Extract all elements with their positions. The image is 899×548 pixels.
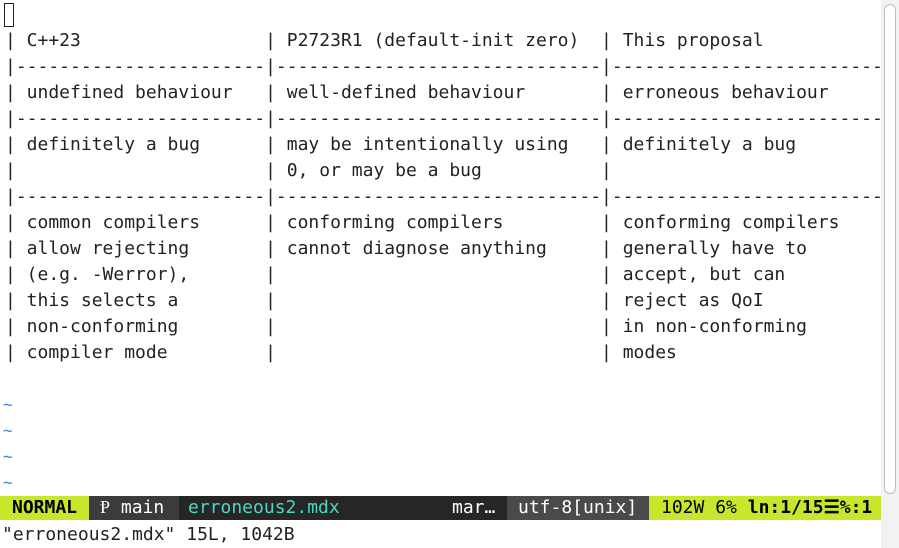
buffer-line[interactable]: | definitely a bug | may be intentionall… [5,132,880,158]
buffer-line[interactable]: | | 0, or may be a bug | | [5,158,880,184]
statusline: NORMAL Ᵽ main erroneous2.mdx mar… utf-8[… [0,496,881,520]
buffer-line[interactable]: | non-conforming | | in non-conforming | [5,314,880,340]
empty-line-tilde: ~ [3,447,13,466]
line-position: :1/15 [769,497,824,518]
vertical-scrollbar[interactable] [881,0,899,548]
word-count: 102W [661,497,705,518]
column-position: %:1 [839,497,873,518]
branch-icon: Ᵽ [100,497,111,518]
column-icon: ☰ [823,497,840,518]
mode-indicator: NORMAL [0,496,89,520]
text-cursor [4,3,14,27]
buffer-line[interactable]: |-----------------------|---------------… [5,184,880,210]
buffer-line[interactable]: |-----------------------|---------------… [5,106,880,132]
git-branch: Ᵽ main [89,496,179,520]
buffer-line[interactable]: | (e.g. -Werror), | | accept, but can | [5,262,880,288]
empty-line-tilde: ~ [3,473,13,492]
branch-name: main [120,497,165,518]
empty-line-tilde: ~ [3,395,13,414]
buffer-line[interactable]: | common compilers | conforming compiler… [5,210,880,236]
scroll-percent: 6% [715,497,737,518]
editor-buffer[interactable]: | C++23 | P2723R1 (default-init zero) | … [0,0,880,494]
scrollbar-thumb[interactable] [884,4,896,494]
command-line-message: "erroneous2.mdx" 15L, 1042B [2,524,295,545]
file-encoding: utf-8[unix] [507,496,649,520]
line-prefix: ln [747,497,770,518]
buffer-line[interactable]: |-----------------------|---------------… [5,54,880,80]
buffer-line[interactable]: | allow rejecting | cannot diagnose anyt… [5,236,880,262]
buffer-line[interactable]: | this selects a | | reject as QoI | [5,288,880,314]
file-type: mar… [447,496,507,520]
file-name: erroneous2.mdx [179,496,447,520]
cursor-position: 102W 6% ln:1/15☰%:1 [649,496,881,520]
empty-line-tilde: ~ [3,421,13,440]
buffer-line[interactable]: | undefined behaviour | well-defined beh… [5,80,880,106]
buffer-line[interactable]: | C++23 | P2723R1 (default-init zero) | … [5,28,880,54]
buffer-line[interactable]: | compiler mode | | modes | [5,340,880,366]
